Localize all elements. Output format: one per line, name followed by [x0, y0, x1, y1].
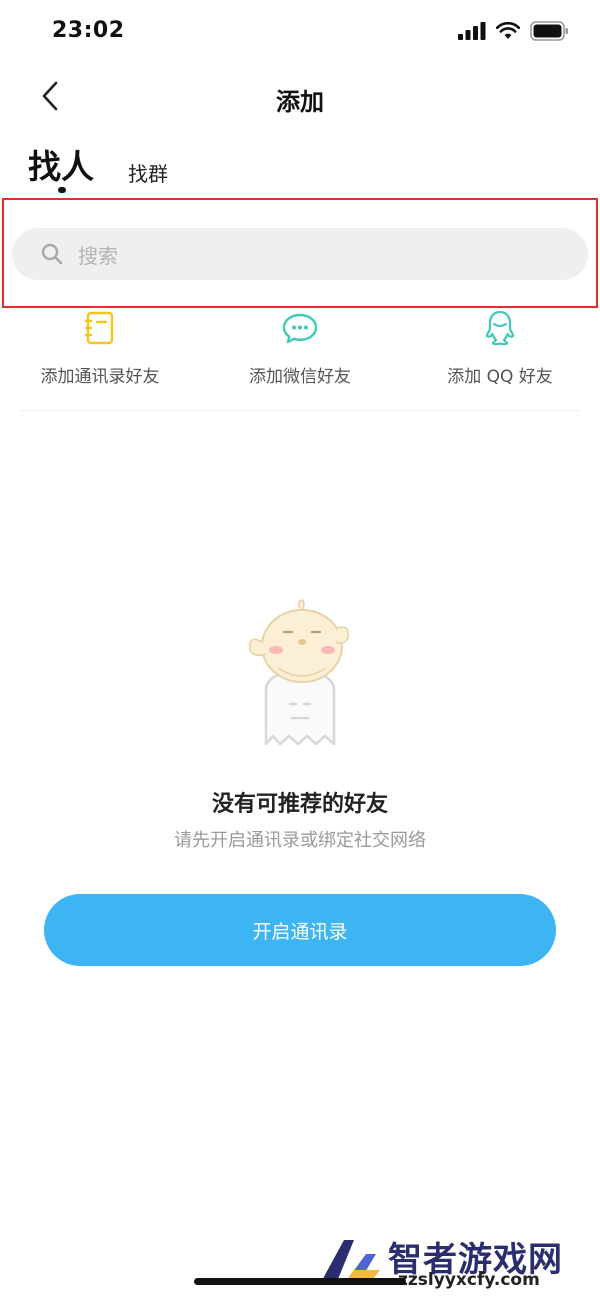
status-time: 23:02: [52, 18, 125, 43]
wechat-icon: [282, 310, 318, 346]
tab-find-people[interactable]: 找人: [28, 140, 94, 188]
home-indicator: [194, 1278, 406, 1285]
divider: [20, 410, 580, 411]
qq-icon: [482, 310, 518, 346]
empty-state-subtitle: 请先开启通讯录或绑定社交网络: [174, 830, 426, 851]
enable-contacts-button[interactable]: 开启通讯录: [44, 894, 556, 966]
add-qq-friends-button[interactable]: 添加 QQ 好友: [400, 310, 600, 387]
battery-icon: [530, 21, 570, 45]
quick-actions: 添加通讯录好友 添加微信好友 添加 QQ 好友: [0, 310, 600, 402]
status-icons: [458, 21, 570, 45]
tab-bar: 找人 找群: [28, 140, 328, 200]
watermark-url: zzslyyxcfy.com: [398, 1270, 540, 1290]
add-contacts-friends-label: 添加通讯录好友: [40, 367, 160, 387]
tab-find-groups[interactable]: 找群: [128, 158, 168, 187]
empty-state-title: 没有可推荐的好友: [211, 792, 388, 817]
status-bar: 23:02: [0, 0, 600, 66]
add-qq-friends-label: 添加 QQ 好友: [447, 367, 553, 387]
add-wechat-friends-button[interactable]: 添加微信好友: [200, 310, 400, 387]
empty-state-ghost-bird-illustration: [240, 598, 360, 748]
wifi-icon: [495, 21, 521, 44]
nav-bar: 添加: [0, 66, 600, 128]
contacts-book-icon: [82, 310, 118, 346]
page-title: 添加: [276, 88, 324, 116]
add-contacts-friends-button[interactable]: 添加通讯录好友: [0, 310, 200, 387]
add-wechat-friends-label: 添加微信好友: [249, 367, 351, 387]
highlight-annotation-box: [2, 198, 598, 308]
tab-indicator: [58, 187, 66, 193]
cellular-signal-icon: [458, 22, 486, 44]
